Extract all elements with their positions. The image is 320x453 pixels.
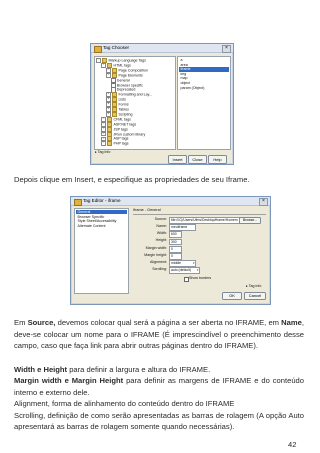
tree-item[interactable]: Browser specific — [111, 82, 143, 88]
folder-icon — [106, 141, 113, 147]
show-borders-label: Show borders — [189, 275, 212, 280]
tree-item-label: HTML tags — [113, 63, 131, 68]
source-term: Source, — [27, 318, 56, 327]
paragraph-source-name: Em Source, devemos colocar qual será a p… — [14, 317, 304, 352]
tree-item[interactable]: − Page Composition — [106, 67, 148, 73]
tree-item[interactable]: + Scripting — [106, 111, 133, 117]
tag-chooser-titlebar: Tag Chooser × — [91, 44, 233, 53]
tag-list[interactable]: a area iframe img map object param (Object) — [177, 56, 231, 150]
source-bold: Em — [14, 318, 28, 327]
tag-editor-dialog: Tag Editor - iframe × General Browser Spe… — [70, 196, 271, 305]
tree-item[interactable]: − PHP tags — [101, 141, 129, 147]
field-input[interactable]: auto (default) ▾ — [169, 267, 200, 275]
tag-info-toggle[interactable]: ▸ Tag info — [246, 284, 261, 288]
field-label: Margin width: — [145, 245, 167, 250]
tree-item-label: ASP.NET tags — [113, 122, 137, 127]
chevron-down-icon[interactable]: ▾ — [193, 261, 195, 266]
paragraph-scrolling: Scrolling, definição de como serão apres… — [14, 410, 304, 432]
tree-item-label: Lists — [118, 97, 126, 102]
paragraph-width-height: Width e Height para definir a largura e … — [14, 364, 304, 376]
tree-item-label: Formatting and Lay... — [118, 92, 153, 97]
tree-item[interactable]: − Page Elements — [106, 72, 143, 78]
field-label: Name: — [156, 224, 167, 228]
tree-item-label: ASP tags — [113, 136, 129, 141]
tree-item-label: CFML tags — [113, 117, 131, 122]
tree-item[interactable]: + Formatting and Lay... — [106, 92, 153, 98]
dreamweaver-icon — [74, 198, 82, 206]
tree-item[interactable]: + Tables — [106, 107, 129, 112]
chevron-down-icon[interactable]: ▾ — [197, 268, 199, 273]
name-term: Name — [281, 318, 302, 327]
tag-editor-title: Tag Editor - iframe — [83, 198, 121, 203]
tag-editor-titlebar: Tag Editor - iframe × — [71, 197, 270, 206]
width-height-term: Width e Height — [14, 364, 68, 374]
tag-list-item[interactable]: param (Object) — [179, 86, 229, 90]
category-item[interactable]: Alternate Content — [76, 224, 127, 228]
caption-insert: Depois clique em Insert, e especifique a… — [14, 175, 250, 184]
category-list[interactable]: General Browser Specific Style Sheet/Acces… — [74, 208, 129, 294]
tree-item-label: Scripting — [118, 112, 133, 117]
tree-item-label: Tables — [118, 107, 129, 112]
tag-info-toggle[interactable]: ▸ Tag info — [95, 150, 110, 154]
paragraph-margins: Margin width e Margin Height para defini… — [14, 375, 304, 398]
tree-item-label: JSP tags — [113, 127, 128, 132]
tree-item-label: Page Composition — [118, 68, 148, 73]
tree-item-label: Markup Language Tags — [108, 58, 146, 63]
tag-chooser-dialog: Tag Chooser × − Markup Language Tags − HTML… — [90, 43, 234, 165]
tree-item[interactable]: − ASP tags — [101, 136, 129, 142]
margins-term: Margin width e Margin Height — [14, 376, 124, 385]
field-input[interactable]: middle ▾ — [169, 260, 196, 267]
ok-button[interactable]: OK — [222, 292, 242, 300]
tag-info-label: Tag info — [97, 150, 111, 154]
tag-info-label: Tag info — [248, 284, 262, 288]
width-height-text: para definir a largura e altura do IFRAM… — [67, 364, 211, 374]
tree-item[interactable]: − ASP.NET tags — [101, 121, 137, 127]
field-label: Source: — [154, 216, 167, 221]
section-divider — [133, 214, 266, 215]
tree-item-label: PHP tags — [113, 141, 129, 146]
tree-item[interactable]: − CFML tags — [101, 116, 131, 122]
field-input[interactable]: 600 — [169, 231, 182, 239]
field-label: Alignment: — [150, 260, 167, 264]
tree-item[interactable]: + Forms — [106, 102, 129, 108]
source-text: devemos colocar qual será a página a ser… — [55, 318, 282, 327]
browse-button[interactable]: Browse... — [239, 217, 261, 224]
close-icon[interactable]: × — [259, 198, 268, 206]
tree-item[interactable]: Deprecated — [111, 87, 135, 93]
tree-item-label: JRun custom library — [113, 131, 146, 136]
section-title: Iframe - General — [133, 208, 161, 212]
tree-item-label: Page Elements — [118, 73, 143, 78]
tree-item[interactable]: General — [111, 77, 130, 83]
tree-item[interactable]: − JRun custom library — [101, 131, 146, 137]
field-label: Height: — [155, 238, 167, 243]
field-input[interactable]: meuIframe — [169, 224, 196, 231]
field-input[interactable]: 0 — [169, 245, 182, 253]
tree-item[interactable]: − HTML tags — [101, 62, 131, 68]
dreamweaver-icon — [94, 45, 102, 53]
field-label: Width: — [156, 231, 167, 236]
collapse-icon[interactable]: − — [101, 141, 106, 147]
tag-tree[interactable]: − Markup Language Tags − HTML tags − Page Com… — [94, 56, 176, 150]
page-number: 42 — [288, 440, 297, 449]
tree-item[interactable]: − JSP tags — [101, 126, 128, 132]
paragraph-alignment: Alignment, forma de alinhamento do conte… — [14, 399, 235, 408]
tree-item-label: Forms — [118, 102, 129, 107]
help-button[interactable]: Help — [208, 155, 227, 164]
tag-chooser-title: Tag Chooser — [103, 45, 130, 50]
cancel-button[interactable]: Cancel — [244, 292, 266, 300]
close-icon[interactable]: × — [222, 45, 231, 53]
field-input[interactable]: 0 — [169, 253, 182, 260]
close-button[interactable]: Close — [188, 155, 207, 164]
field-label: Scrolling: — [152, 267, 167, 272]
tree-item[interactable]: + Lists — [106, 97, 126, 103]
field-label: Margin height: — [144, 252, 167, 257]
field-input[interactable]: file:///C|/Users/Ufms/Desktop/iframe/Hom… — [169, 217, 240, 224]
insert-button[interactable]: Insert — [168, 155, 187, 164]
tree-item[interactable]: − Markup Language Tags — [96, 58, 146, 63]
field-input[interactable]: 300 — [169, 238, 182, 246]
